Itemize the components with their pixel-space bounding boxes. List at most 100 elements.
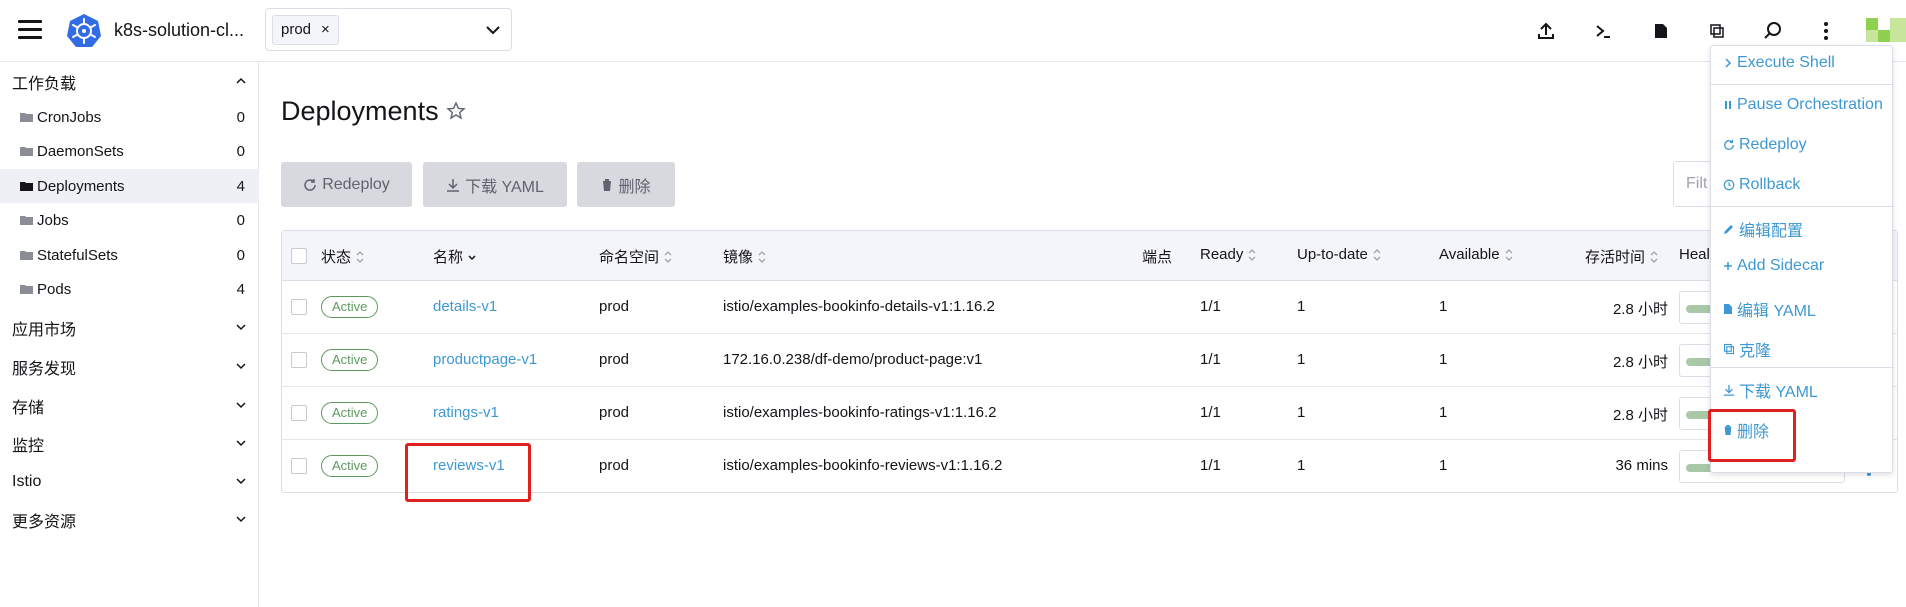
- sidebar-item-cronjobs[interactable]: CronJobs 0: [0, 100, 259, 134]
- menu-pause-orchestration[interactable]: Pause Orchestration: [1723, 96, 1883, 114]
- column-label: 端点: [1142, 249, 1173, 266]
- column-name[interactable]: 名称: [433, 246, 477, 267]
- sidebar-group-storage[interactable]: 存储: [0, 390, 259, 422]
- column-label: 命名空间: [599, 249, 660, 266]
- menu-label: Rollback: [1739, 176, 1801, 193]
- deployment-name-link[interactable]: reviews-v1: [433, 457, 505, 474]
- sort-icon: [1248, 248, 1256, 261]
- sidebar-item-label: Deployments: [37, 177, 125, 195]
- column-available[interactable]: Available: [1439, 246, 1514, 263]
- sidebar-item-statefulsets[interactable]: StatefulSets 0: [0, 238, 259, 272]
- sidebar-item-deployments[interactable]: Deployments 4: [0, 169, 259, 203]
- cluster-name[interactable]: k8s-solution-cl...: [114, 20, 244, 41]
- table-row: Active ratings-v1 prod istio/examples-bo…: [282, 387, 1897, 440]
- folder-icon: [20, 147, 33, 156]
- pause-icon: [1725, 101, 1731, 109]
- uptodate-cell: 1: [1297, 457, 1306, 474]
- age-cell: 2.8 小时: [1612, 301, 1668, 318]
- column-age[interactable]: 存活时间: [1585, 246, 1659, 267]
- row-checkbox[interactable]: [291, 405, 307, 421]
- menu-execute-shell[interactable]: Execute Shell: [1723, 54, 1835, 72]
- chevron-down-icon: [236, 478, 246, 485]
- menu-divider: [1711, 206, 1894, 207]
- menu-delete[interactable]: 删除: [1723, 418, 1769, 442]
- status-badge: Active: [321, 349, 379, 371]
- kubeconfig-file-icon[interactable]: [1648, 18, 1674, 44]
- sidebar-group-istio[interactable]: Istio: [0, 466, 259, 498]
- menu-edit-config[interactable]: 编辑配置: [1723, 217, 1803, 241]
- deployment-name-link[interactable]: ratings-v1: [433, 404, 499, 421]
- column-state[interactable]: 状态: [321, 246, 365, 267]
- sidebar-item-label: StatefulSets: [37, 246, 118, 264]
- row-checkbox[interactable]: [291, 352, 307, 368]
- delete-button[interactable]: 删除: [577, 162, 675, 207]
- sidebar-group-label: 监控: [12, 438, 45, 455]
- kubectl-shell-icon[interactable]: [1590, 18, 1616, 44]
- hamburger-menu-icon[interactable]: [18, 20, 42, 40]
- menu-label: Execute Shell: [1737, 54, 1835, 71]
- sidebar-item-daemonsets[interactable]: DaemonSets 0: [0, 134, 259, 168]
- namespace-cell: prod: [599, 457, 630, 474]
- sidebar-group-apps[interactable]: 应用市场: [0, 312, 259, 344]
- menu-edit-yaml[interactable]: 编辑 YAML: [1723, 297, 1816, 321]
- sidebar-item-jobs[interactable]: Jobs 0: [0, 203, 259, 237]
- sidebar-group-more-resources[interactable]: 更多资源: [0, 504, 259, 536]
- column-namespace[interactable]: 命名空间: [599, 246, 673, 267]
- menu-divider: [1711, 367, 1894, 368]
- column-label: 状态: [321, 249, 352, 266]
- status-badge: Active: [321, 402, 379, 424]
- column-ready[interactable]: Ready: [1200, 246, 1257, 263]
- image-cell: 172.16.0.238/df-demo/product-page:v1: [723, 351, 983, 368]
- sort-icon: [1505, 248, 1513, 261]
- menu-redeploy[interactable]: Redeploy: [1723, 136, 1807, 154]
- column-uptodate[interactable]: Up-to-date: [1297, 246, 1382, 263]
- sidebar-item-pods[interactable]: Pods 4: [0, 272, 259, 306]
- menu-add-sidecar[interactable]: Add Sidecar: [1723, 257, 1824, 275]
- table-row: Active details-v1 prod istio/examples-bo…: [282, 281, 1897, 334]
- namespace-chip-label: prod: [281, 21, 312, 38]
- delete-button-label: 删除: [618, 178, 651, 196]
- status-badge: Active: [321, 455, 379, 477]
- sidebar-group-service-discovery[interactable]: 服务发现: [0, 351, 259, 383]
- deployment-name-link[interactable]: productpage-v1: [433, 351, 537, 368]
- row-actions-menu: Execute Shell Pause Orchestration Redepl…: [1710, 45, 1894, 473]
- chevron-down-icon: [236, 440, 246, 447]
- import-upload-icon[interactable]: [1533, 18, 1559, 44]
- copy-icon: [1723, 343, 1735, 355]
- sidebar-item-count: 0: [236, 246, 245, 264]
- copy-config-icon[interactable]: [1704, 18, 1730, 44]
- table-header: 状态 名称 命名空间 镜像 端点 Ready Up-to-date Availa…: [282, 231, 1897, 281]
- menu-download-yaml[interactable]: 下载 YAML: [1723, 378, 1818, 402]
- ready-cell: 1/1: [1200, 298, 1221, 315]
- deployment-name-link[interactable]: details-v1: [433, 298, 497, 315]
- column-image[interactable]: 镜像: [723, 246, 767, 267]
- more-vertical-icon[interactable]: [1813, 18, 1839, 44]
- row-checkbox[interactable]: [291, 458, 307, 474]
- redeploy-button[interactable]: Redeploy: [281, 162, 412, 207]
- chip-close-icon[interactable]: ×: [321, 16, 330, 44]
- menu-label: 编辑 YAML: [1737, 303, 1816, 320]
- menu-label: Pause Orchestration: [1737, 96, 1883, 113]
- sidebar-group-workloads[interactable]: 工作负载: [0, 66, 259, 98]
- menu-rollback[interactable]: Rollback: [1723, 176, 1800, 194]
- chevron-right-icon: [1725, 58, 1732, 68]
- sort-icon: [1650, 250, 1658, 263]
- sidebar-group-monitoring[interactable]: 监控: [0, 428, 259, 460]
- sort-icon: [664, 250, 672, 263]
- column-label: Up-to-date: [1297, 246, 1368, 263]
- namespace-filter-select[interactable]: prod ×: [265, 8, 512, 51]
- image-cell: istio/examples-bookinfo-details-v1:1.16.…: [723, 298, 995, 315]
- download-yaml-button[interactable]: 下载 YAML: [423, 162, 567, 207]
- namespace-cell: prod: [599, 351, 630, 368]
- download-yaml-button-label: 下载 YAML: [465, 178, 544, 196]
- menu-clone[interactable]: 克隆: [1723, 337, 1771, 361]
- favorite-star-icon[interactable]: [446, 101, 466, 121]
- refresh-icon: [1724, 139, 1734, 150]
- column-endpoints: 端点: [1142, 246, 1172, 267]
- select-all-checkbox[interactable]: [291, 248, 307, 264]
- search-icon[interactable]: [1760, 18, 1786, 44]
- row-checkbox[interactable]: [291, 299, 307, 315]
- image-cell: istio/examples-bookinfo-ratings-v1:1.16.…: [723, 404, 997, 421]
- column-label: Available: [1439, 246, 1500, 263]
- refresh-icon: [304, 178, 316, 191]
